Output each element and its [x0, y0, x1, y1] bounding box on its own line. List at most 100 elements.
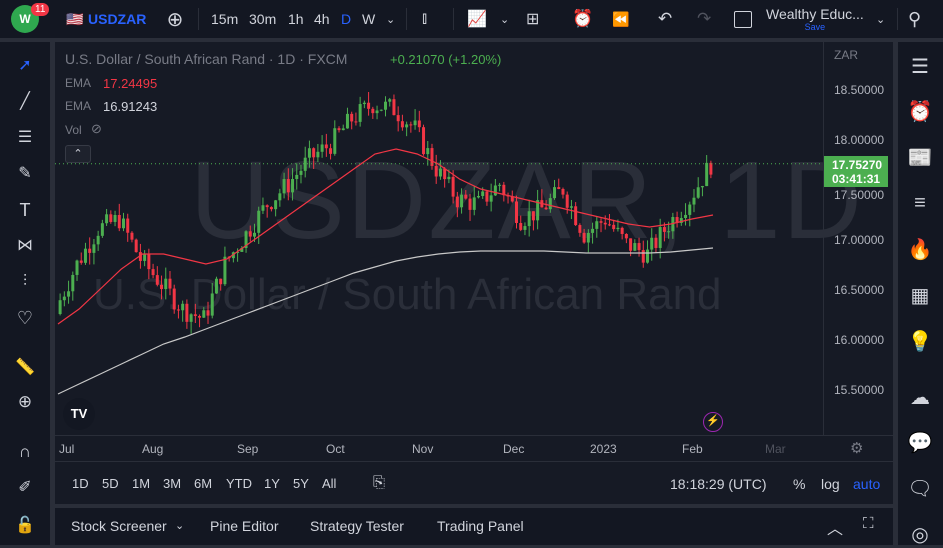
vol-label[interactable]: Vol [65, 123, 82, 137]
interval-15m[interactable]: 15m [211, 0, 238, 38]
watchlist-icon[interactable]: ☰ [906, 52, 934, 80]
heart-icon[interactable]: ♡ [12, 305, 38, 331]
candle-body [493, 185, 497, 196]
candle-body [607, 224, 611, 226]
range-all[interactable]: All [322, 476, 336, 491]
candle-body [181, 303, 185, 311]
messages-icon[interactable]: 🗨 [906, 474, 934, 502]
alert-icon[interactable]: ⏰ [572, 0, 593, 38]
undo-icon[interactable]: ↶ [658, 0, 672, 38]
add-list-icon[interactable]: ≡ [906, 189, 934, 217]
time-tick: Dec [503, 442, 525, 456]
help-icon[interactable]: ◎ [906, 520, 934, 548]
range-1m[interactable]: 1M [132, 476, 150, 491]
cursor-icon[interactable]: ➚ [12, 52, 38, 78]
lightning-icon[interactable]: ⚡ [703, 412, 723, 432]
collapse-panel-icon[interactable]: ︿ [827, 515, 843, 539]
text-icon[interactable]: T [12, 197, 38, 223]
layout-name[interactable]: Wealthy Educ... Save [766, 0, 864, 38]
lock-drawing-icon[interactable]: ✐ [12, 474, 38, 500]
candle-body [105, 214, 109, 224]
interval-d[interactable]: D [341, 0, 351, 38]
legend-title: U.S. Dollar / South African Rand · 1D · … [65, 51, 348, 67]
auto-toggle[interactable]: auto [853, 476, 880, 492]
log-toggle[interactable]: log [821, 476, 840, 492]
ema2-label[interactable]: EMA [65, 99, 91, 113]
lock-icon[interactable]: 🔓 [12, 512, 38, 538]
tradingview-logo[interactable]: TV [63, 398, 95, 430]
save-button[interactable]: Save [805, 22, 826, 32]
layout-grid-icon[interactable]: ⊞ [526, 0, 539, 38]
brush-icon[interactable]: ✎ [12, 160, 38, 186]
candle-body [443, 168, 447, 180]
indicators-icon[interactable]: 📈 [467, 0, 487, 38]
candle-body [88, 248, 92, 253]
ema1-label[interactable]: EMA [65, 76, 91, 90]
chevron-down-icon[interactable]: ⌄ [386, 0, 395, 38]
range-5d[interactable]: 5D [102, 476, 119, 491]
interval-30m[interactable]: 30m [249, 0, 276, 38]
settings-gear-icon[interactable]: ⚙ [850, 439, 863, 457]
search-icon[interactable]: ⚲ [908, 0, 921, 38]
candle-body [612, 224, 616, 230]
collapse-legend-button[interactable]: ⌃ [65, 145, 91, 163]
redo-icon[interactable]: ↷ [697, 0, 711, 38]
ruler-icon[interactable]: 📏 [12, 354, 38, 380]
tab-strategy-tester[interactable]: Strategy Tester [310, 518, 404, 534]
candle-body [92, 244, 96, 253]
cloud-icon[interactable]: ☁ [906, 383, 934, 411]
range-ytd[interactable]: YTD [226, 476, 252, 491]
candle-body [96, 235, 100, 245]
ema-slow-line [57, 247, 714, 395]
range-3m[interactable]: 3M [163, 476, 181, 491]
calendar-icon[interactable]: ▦ [906, 281, 934, 309]
time-axis[interactable]: Jul Aug Sep Oct Nov Dec 2023 Feb Mar ⚙ [55, 435, 893, 461]
chevron-down-icon[interactable]: ⌄ [876, 0, 885, 38]
prediction-icon[interactable]: ⫶ [12, 269, 38, 295]
chart-pane[interactable]: USDZAR, 1D U.S. Dollar / South African R… [55, 42, 893, 504]
candles-icon[interactable]: ⫾ [422, 0, 427, 38]
interval-4h[interactable]: 4h [314, 0, 330, 38]
compare-add-icon[interactable]: ⊕ [164, 0, 186, 38]
fib-icon[interactable]: ☰ [12, 124, 38, 150]
news-icon[interactable]: 📰 [906, 143, 934, 171]
range-1y[interactable]: 1Y [264, 476, 280, 491]
price-tick: 15.50000 [834, 383, 885, 397]
price-scale[interactable]: ZAR 18.50000 18.00000 17.50000 17.00000 … [823, 42, 893, 435]
tab-trading-panel[interactable]: Trading Panel [437, 518, 524, 534]
maximize-icon[interactable]: ⛶ [863, 515, 874, 532]
range-1d[interactable]: 1D [72, 476, 89, 491]
candle-body [58, 300, 62, 314]
top-toolbar: W 11 🇺🇸 USDZAR ⊕ 15m 30m 1h 4h D W ⌄ ⫾ 📈… [0, 0, 943, 38]
zoom-in-icon[interactable]: ⊕ [12, 389, 38, 415]
candle-body [274, 200, 278, 210]
ideas-bulb-icon[interactable]: 💡 [906, 327, 934, 355]
currency-selector[interactable]: ZAR [834, 48, 858, 62]
candle-body [185, 303, 189, 322]
alarm-clock-icon[interactable]: ⏰ [906, 97, 934, 125]
range-6m[interactable]: 6M [194, 476, 212, 491]
range-5y[interactable]: 5Y [293, 476, 309, 491]
date-range-icon[interactable]: ⎘ [373, 474, 385, 491]
percent-toggle[interactable]: % [793, 476, 805, 492]
candle-body [700, 186, 704, 188]
pattern-icon[interactable]: ⋈ [12, 232, 38, 258]
candle-body [405, 124, 409, 128]
last-price-label: 17.75270 03:41:31 [824, 156, 888, 187]
interval-1h[interactable]: 1h [288, 0, 304, 38]
price-plot[interactable] [55, 42, 823, 435]
clock-timezone[interactable]: 18:18:29 (UTC) [670, 476, 766, 492]
chats-icon[interactable]: 💬 [906, 428, 934, 456]
chevron-down-icon[interactable]: ⌄ [175, 519, 184, 532]
chevron-down-icon[interactable]: ⌄ [500, 0, 509, 38]
trendline-icon[interactable]: ╱ [12, 88, 38, 114]
hotlist-fire-icon[interactable]: 🔥 [906, 235, 934, 263]
interval-w[interactable]: W [362, 0, 375, 38]
tab-pine-editor[interactable]: Pine Editor [210, 518, 278, 534]
magnet-icon[interactable]: ∩ [12, 439, 38, 465]
fullscreen-icon[interactable] [734, 0, 752, 38]
eye-hidden-icon[interactable]: ⊘ [91, 121, 102, 137]
replay-icon[interactable]: ⏪ [612, 0, 629, 38]
tab-stock-screener[interactable]: Stock Screener [71, 518, 167, 534]
symbol-search[interactable]: USDZAR [88, 0, 146, 38]
